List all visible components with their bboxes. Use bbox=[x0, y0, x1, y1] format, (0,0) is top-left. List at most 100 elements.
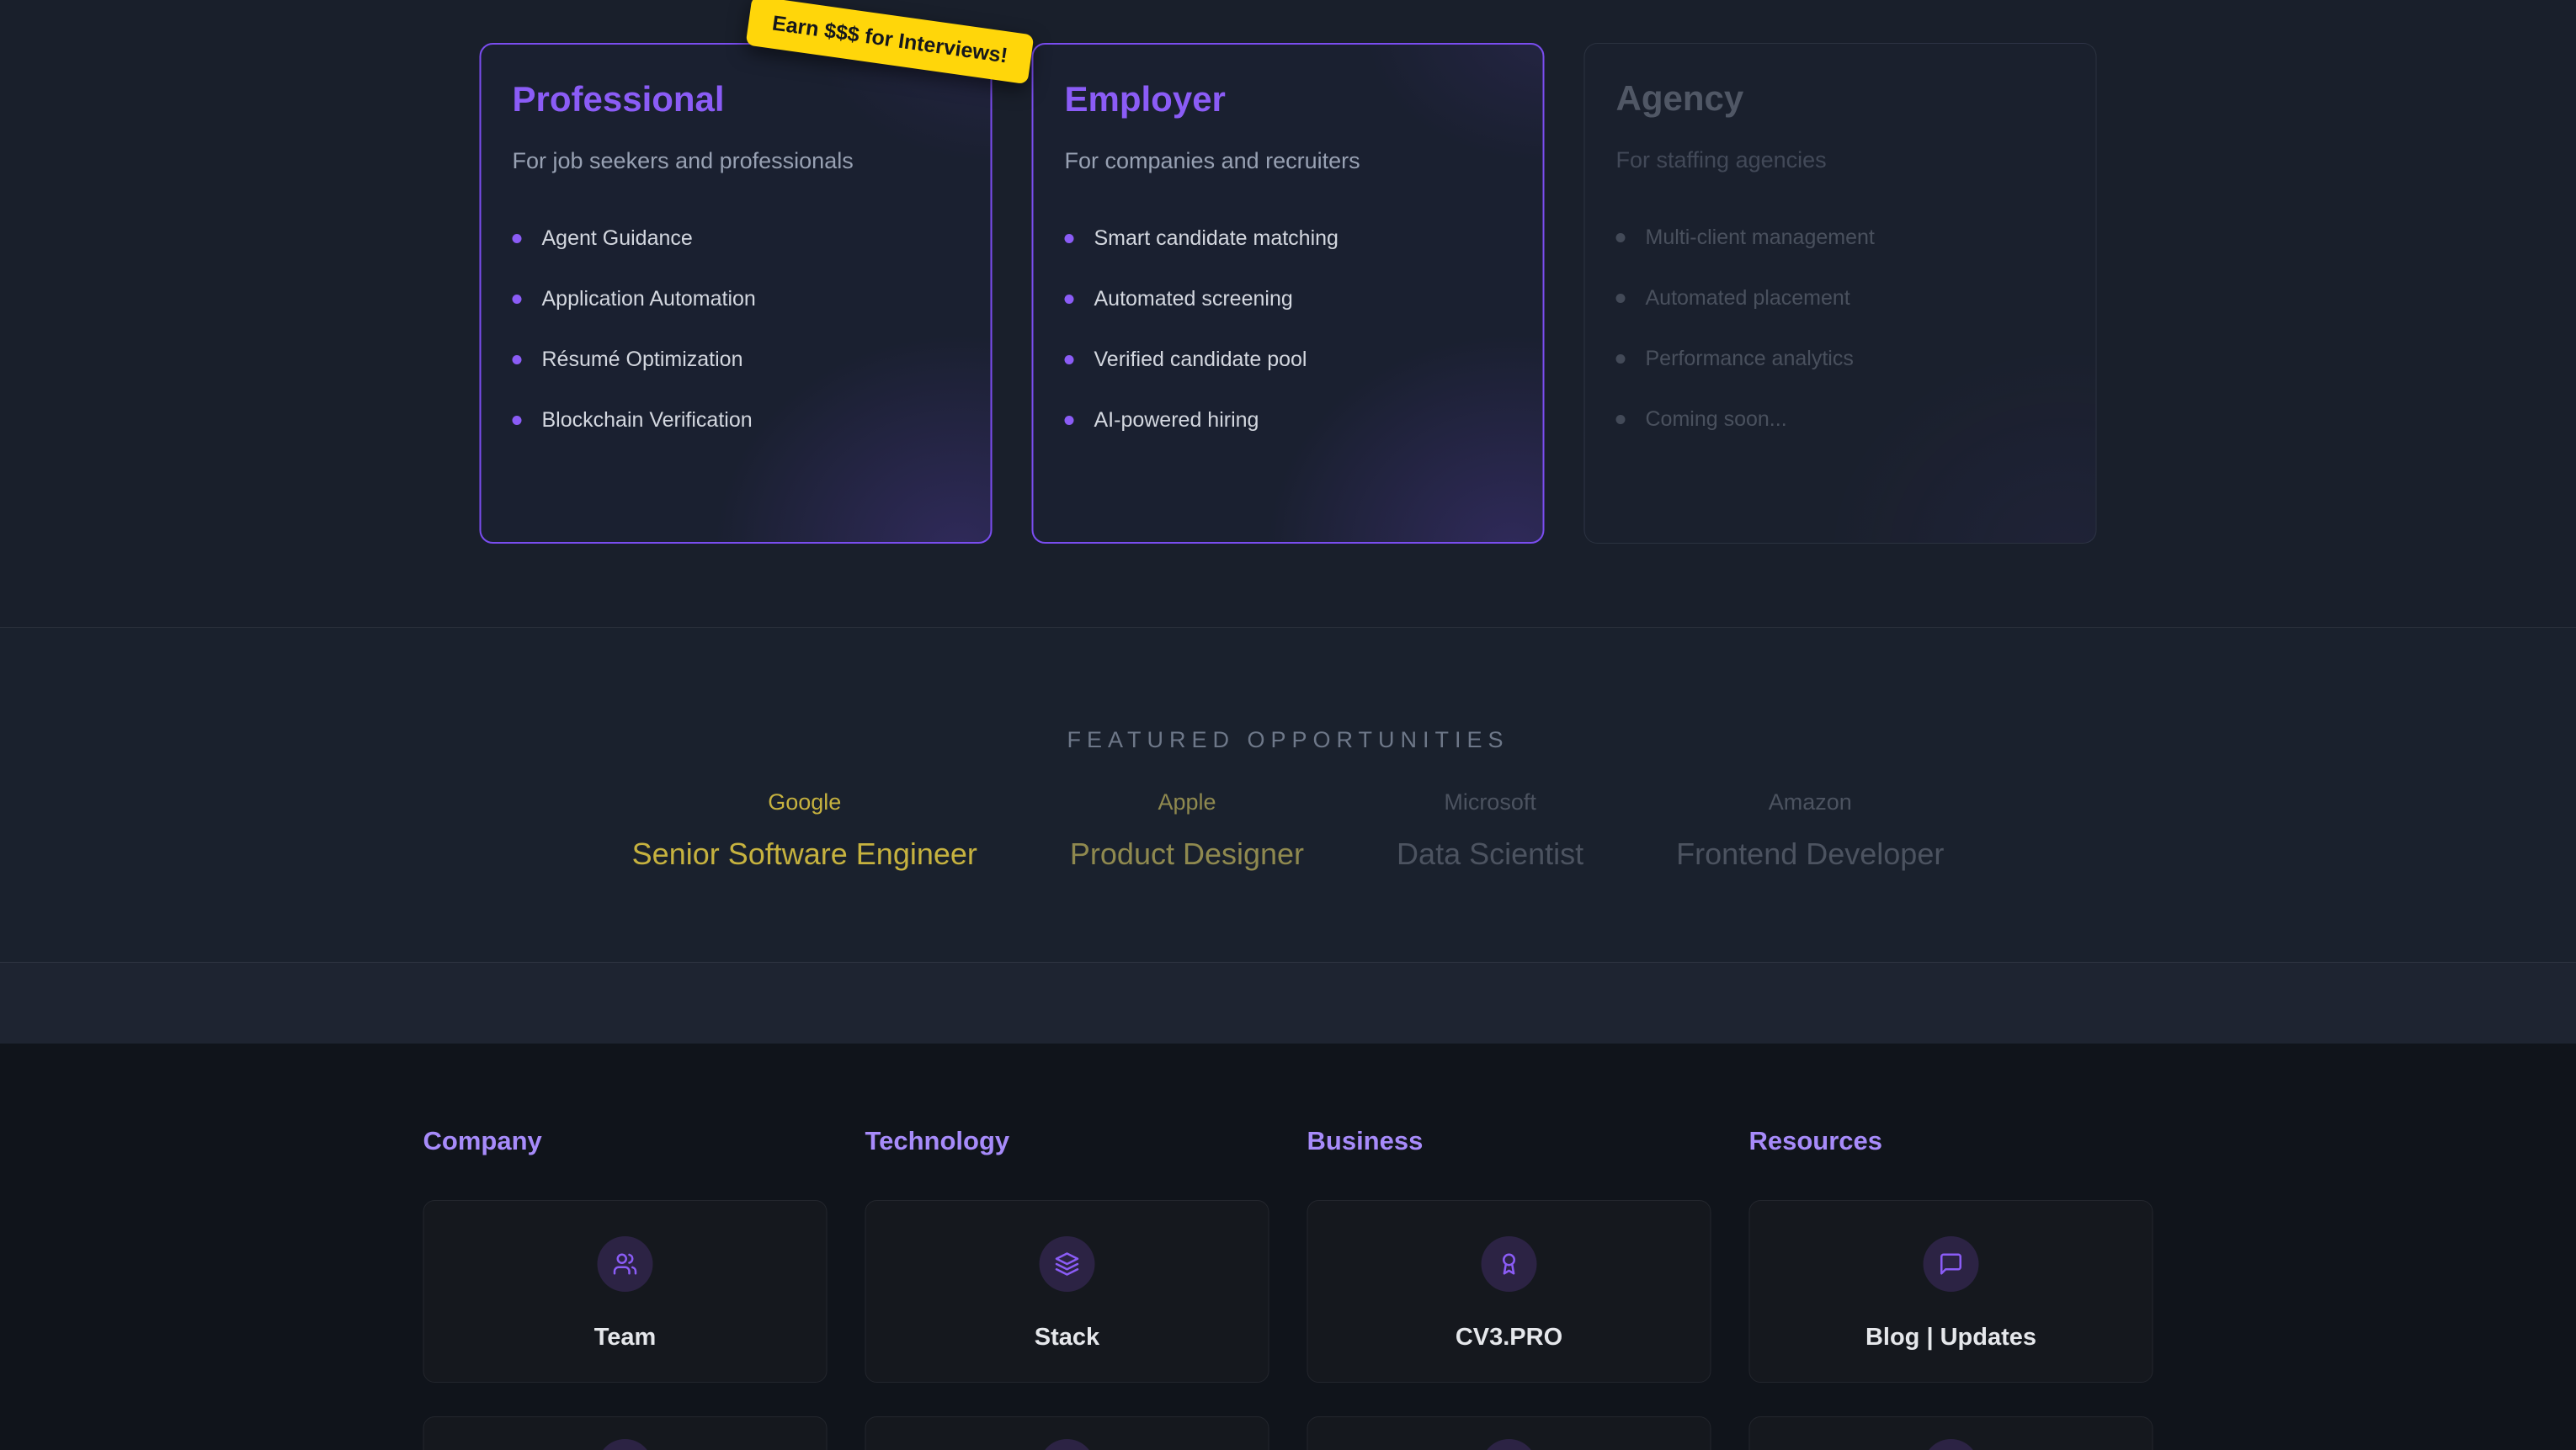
tier-subtitle: For staffing agencies bbox=[1616, 146, 2065, 173]
feature-item: Smart candidate matching bbox=[1065, 226, 1512, 250]
footer-column-business: Business CV3.PRO bbox=[1307, 1126, 1711, 1450]
opportunity-title: Senior Software Engineer bbox=[632, 837, 977, 871]
icon-circle bbox=[1482, 1236, 1537, 1292]
opportunity-title: Data Scientist bbox=[1397, 837, 1583, 871]
bullet-dot-icon bbox=[1616, 294, 1626, 303]
tier-content: Agency For staffing agencies Multi-clien… bbox=[1616, 77, 2065, 509]
bullet-dot-icon bbox=[513, 416, 522, 425]
footer-card-label: Stack bbox=[1035, 1324, 1099, 1352]
tier-card-employer[interactable]: Employer For companies and recruiters Sm… bbox=[1032, 43, 1545, 544]
award-icon bbox=[1497, 1251, 1522, 1277]
pricing-tiers-section: Earn $$$ for Interviews! Professional Fo… bbox=[0, 0, 2576, 627]
featured-heading: FEATURED OPPORTUNITIES bbox=[0, 727, 2576, 753]
feature-label: Automated screening bbox=[1094, 287, 1293, 311]
opportunities-row: Google Senior Software Engineer Apple Pr… bbox=[0, 789, 2576, 871]
feature-label: Application Automation bbox=[542, 287, 756, 311]
bullet-dot-icon bbox=[513, 295, 522, 304]
feature-item: Automated placement bbox=[1616, 286, 2065, 310]
tier-card-agency: Agency For staffing agencies Multi-clien… bbox=[1584, 43, 2097, 544]
feature-label: Automated placement bbox=[1646, 286, 1850, 310]
footer-card-label: Blog | Updates bbox=[1865, 1324, 2036, 1352]
bullet-dot-icon bbox=[1065, 355, 1074, 364]
bullet-dot-icon bbox=[1616, 354, 1626, 364]
footer-card-partial[interactable] bbox=[865, 1416, 1269, 1450]
opportunity-title: Frontend Developer bbox=[1676, 837, 1944, 871]
footer-card-team[interactable]: Team bbox=[423, 1200, 828, 1383]
tier-title: Agency bbox=[1616, 77, 2065, 120]
footer-column-company: Company Team bbox=[423, 1126, 828, 1450]
footer-card-label: Team bbox=[594, 1324, 657, 1352]
footer-card-label: CV3.PRO bbox=[1456, 1324, 1562, 1352]
opportunity-company: Amazon bbox=[1676, 789, 1944, 815]
bullet-dot-icon bbox=[513, 234, 522, 243]
opportunity-amazon[interactable]: Amazon Frontend Developer bbox=[1676, 789, 1944, 871]
footer: Company Team Technology bbox=[0, 1044, 2576, 1450]
tier-feature-list: Smart candidate matching Automated scree… bbox=[1065, 226, 1512, 432]
opportunity-company: Google bbox=[632, 789, 977, 815]
users-icon bbox=[613, 1251, 638, 1277]
tier-title: Professional bbox=[513, 78, 960, 120]
bullet-dot-icon bbox=[1065, 234, 1074, 243]
tier-content: Employer For companies and recruiters Sm… bbox=[1065, 78, 1512, 508]
tier-subtitle: For job seekers and professionals bbox=[513, 147, 960, 174]
feature-label: Smart candidate matching bbox=[1094, 226, 1339, 250]
feature-item: Coming soon... bbox=[1616, 407, 2065, 431]
layers-icon bbox=[1055, 1251, 1080, 1277]
tier-title: Employer bbox=[1065, 78, 1512, 120]
footer-column-heading: Technology bbox=[865, 1126, 1269, 1156]
bullet-dot-icon bbox=[1065, 295, 1074, 304]
icon-circle bbox=[598, 1439, 653, 1450]
tier-row: Professional For job seekers and profess… bbox=[480, 43, 2097, 544]
feature-item: Verified candidate pool bbox=[1065, 348, 1512, 371]
icon-circle bbox=[1040, 1439, 1095, 1450]
feature-item: Application Automation bbox=[513, 287, 960, 311]
tier-subtitle: For companies and recruiters bbox=[1065, 147, 1512, 174]
feature-item: Performance analytics bbox=[1616, 347, 2065, 370]
bullet-dot-icon bbox=[1616, 233, 1626, 242]
tier-feature-list: Multi-client management Automated placem… bbox=[1616, 226, 2065, 431]
tier-content: Professional For job seekers and profess… bbox=[513, 78, 960, 508]
speech-bubble-icon bbox=[1939, 1251, 1964, 1277]
feature-label: Verified candidate pool bbox=[1094, 348, 1307, 371]
footer-card-blog-updates[interactable]: Blog | Updates bbox=[1749, 1200, 2153, 1383]
feature-item: Blockchain Verification bbox=[513, 408, 960, 432]
feature-label: Performance analytics bbox=[1646, 347, 1854, 370]
feature-label: Blockchain Verification bbox=[542, 408, 753, 432]
feature-label: AI-powered hiring bbox=[1094, 408, 1259, 432]
icon-circle bbox=[1040, 1236, 1095, 1292]
feature-item: Agent Guidance bbox=[513, 226, 960, 250]
feature-label: Multi-client management bbox=[1646, 226, 1875, 249]
bullet-dot-icon bbox=[1616, 415, 1626, 424]
footer-card-cv3pro[interactable]: CV3.PRO bbox=[1307, 1200, 1711, 1383]
section-divider-band bbox=[0, 962, 2576, 1044]
footer-card-partial[interactable] bbox=[1749, 1416, 2153, 1450]
icon-circle bbox=[598, 1236, 653, 1292]
opportunity-google[interactable]: Google Senior Software Engineer bbox=[632, 789, 977, 871]
footer-column-heading: Business bbox=[1307, 1126, 1711, 1156]
feature-label: Résumé Optimization bbox=[542, 348, 743, 371]
footer-column-heading: Company bbox=[423, 1126, 828, 1156]
footer-card-partial[interactable] bbox=[1307, 1416, 1711, 1450]
feature-item: Multi-client management bbox=[1616, 226, 2065, 249]
footer-column-resources: Resources Blog | Updates bbox=[1749, 1126, 2153, 1450]
opportunity-apple[interactable]: Apple Product Designer bbox=[1070, 789, 1304, 871]
opportunity-title: Product Designer bbox=[1070, 837, 1304, 871]
featured-opportunities-section: FEATURED OPPORTUNITIES Google Senior Sof… bbox=[0, 627, 2576, 962]
tier-card-professional[interactable]: Professional For job seekers and profess… bbox=[480, 43, 993, 544]
opportunity-microsoft[interactable]: Microsoft Data Scientist bbox=[1397, 789, 1583, 871]
icon-circle bbox=[1924, 1439, 1979, 1450]
footer-card-stack[interactable]: Stack bbox=[865, 1200, 1269, 1383]
opportunity-company: Apple bbox=[1070, 789, 1304, 815]
landing-page: Earn $$$ for Interviews! Professional Fo… bbox=[0, 0, 2576, 1450]
bullet-dot-icon bbox=[513, 355, 522, 364]
icon-circle bbox=[1924, 1236, 1979, 1292]
footer-column-technology: Technology Stack bbox=[865, 1126, 1269, 1450]
footer-card-partial[interactable] bbox=[423, 1416, 828, 1450]
feature-item: Résumé Optimization bbox=[513, 348, 960, 371]
tier-feature-list: Agent Guidance Application Automation Ré… bbox=[513, 226, 960, 432]
footer-grid: Company Team Technology bbox=[423, 1126, 2153, 1450]
opportunity-company: Microsoft bbox=[1397, 789, 1583, 815]
footer-column-heading: Resources bbox=[1749, 1126, 2153, 1156]
feature-label: Coming soon... bbox=[1646, 407, 1787, 431]
bullet-dot-icon bbox=[1065, 416, 1074, 425]
